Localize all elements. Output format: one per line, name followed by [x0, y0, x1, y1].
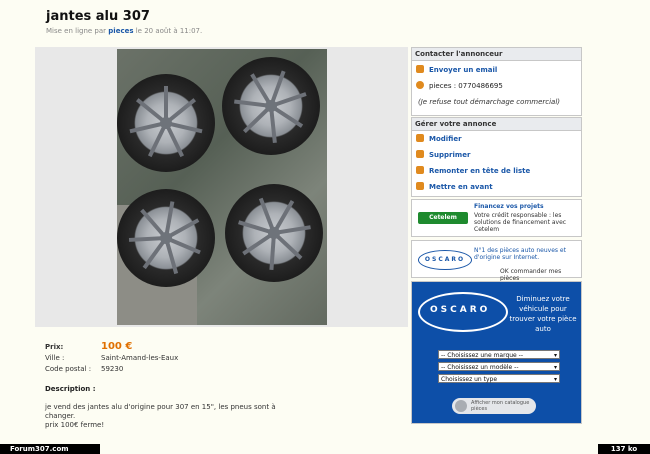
- chevron-down-icon: ▾: [553, 376, 557, 383]
- seller-link[interactable]: pieces: [108, 27, 133, 35]
- manage-box: Gérer votre annonce Modifier Supprimer R…: [411, 117, 582, 197]
- oscaro-promo-title: N°1 des pièces auto neuves et d'origine …: [474, 247, 566, 261]
- brand-select-value: -- Choisissez une marque --: [441, 352, 523, 359]
- catalog-button[interactable]: Afficher mon catalogue pièces: [452, 398, 536, 414]
- postal-label: Code postal :: [45, 365, 92, 373]
- watermark-right: 137 ko: [598, 444, 650, 454]
- type-select[interactable]: Choisissez un type ▾: [438, 374, 560, 383]
- contact-box: Contacter l'annonceur Envoyer un email p…: [411, 47, 582, 116]
- wheel-image: [222, 57, 320, 155]
- email-link[interactable]: Envoyer un email: [416, 65, 497, 75]
- cetelem-text: Votre crédit responsable : les solutions…: [474, 212, 567, 233]
- city-label: Ville :: [45, 354, 65, 362]
- description-text: je vend des jantes alu d'origine pour 30…: [45, 403, 276, 429]
- arrow-up-icon: [416, 166, 424, 174]
- chevron-down-icon: ▾: [553, 364, 557, 371]
- model-select-value: -- Choisissez un modèle --: [441, 364, 519, 371]
- meta-prefix: Mise en ligne par: [46, 27, 109, 35]
- brand-select[interactable]: -- Choisissez une marque -- ▾: [438, 350, 560, 359]
- ad-title: jantes alu 307: [46, 9, 150, 24]
- wheel-image: [117, 74, 215, 172]
- manage-header: Gérer votre annonce: [412, 118, 581, 131]
- no-solicit-note: (Je refuse tout démarchage commercial): [418, 98, 561, 106]
- catalog-label: Afficher mon catalogue pièces: [471, 400, 530, 412]
- model-select[interactable]: -- Choisissez un modèle -- ▾: [438, 362, 560, 371]
- chevron-down-icon: ▾: [553, 352, 557, 359]
- city-value: Saint-Amand-les-Eaux: [101, 354, 179, 362]
- wheel-image: [225, 184, 323, 282]
- type-select-value: Choisissez un type: [441, 376, 498, 383]
- contact-header: Contacter l'annonceur: [412, 48, 581, 61]
- watermark-left: Forum307.com: [0, 444, 100, 454]
- modify-link[interactable]: Modifier: [416, 134, 462, 144]
- oscaro-logo: OSCARO: [418, 292, 508, 332]
- phone-row: pieces : 0770486695: [416, 81, 503, 91]
- modify-label: Modifier: [429, 135, 462, 143]
- price-label: Prix:: [45, 343, 64, 351]
- oscaro-banner[interactable]: OSCARO Diminuez votre véhicule pour trou…: [411, 281, 582, 424]
- meta-suffix: le 20 août à 11:07.: [133, 27, 203, 35]
- ad-details: Prix: 100 € Ville : Saint-Amand-les-Eaux…: [35, 330, 408, 440]
- postal-value: 59230: [101, 365, 124, 373]
- bump-link[interactable]: Remonter en tête de liste: [416, 166, 530, 176]
- phone-icon: [416, 81, 424, 89]
- photo-area: [35, 47, 408, 327]
- delete-link[interactable]: Supprimer: [416, 150, 470, 160]
- delete-label: Supprimer: [429, 151, 471, 159]
- ad-meta: Mise en ligne par pieces le 20 août à 11…: [46, 27, 202, 35]
- ad-photo[interactable]: [117, 49, 327, 325]
- oscaro-logo-text: OSCARO: [430, 305, 491, 315]
- oscaro-promo[interactable]: OSCARO N°1 des pièces auto neuves et d'o…: [411, 240, 582, 282]
- cetelem-title: Financez vos projets: [474, 203, 544, 210]
- oscaro-small-logo: OSCARO: [418, 250, 472, 270]
- oscaro-promo-link[interactable]: OK commander mes pièces: [500, 268, 580, 282]
- envelope-icon: [416, 65, 424, 73]
- bump-label: Remonter en tête de liste: [429, 167, 531, 175]
- star-icon: [416, 182, 424, 190]
- phone-text: pieces : 0770486695: [429, 82, 503, 90]
- feature-link[interactable]: Mettre en avant: [416, 182, 493, 192]
- gear-icon: [455, 400, 467, 412]
- wheel-image: [117, 189, 215, 287]
- feature-label: Mettre en avant: [429, 183, 493, 191]
- price-value: 100 €: [101, 341, 133, 352]
- email-label: Envoyer un email: [429, 66, 498, 74]
- cetelem-logo: Cetelem: [418, 212, 468, 224]
- description-label: Description :: [45, 385, 96, 393]
- trash-icon: [416, 150, 424, 158]
- cetelem-promo[interactable]: Cetelem Financez vos projets Votre crédi…: [411, 199, 582, 237]
- pencil-icon: [416, 134, 424, 142]
- oscaro-headline: Diminuez votre véhicule pour trouver vot…: [509, 295, 577, 333]
